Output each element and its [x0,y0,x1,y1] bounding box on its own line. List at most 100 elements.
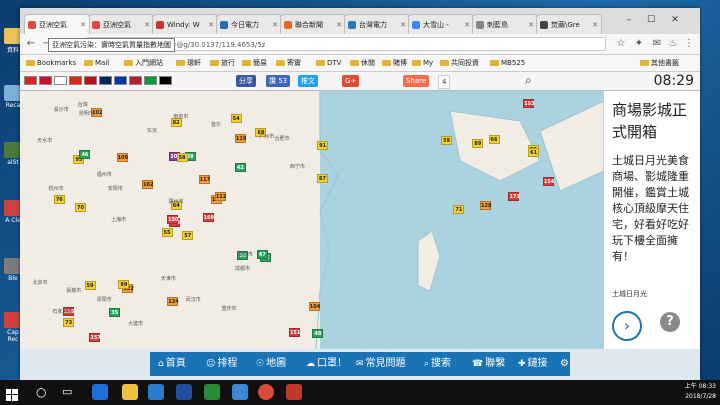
aqi-marker[interactable]: 128 [480,201,491,211]
aqi-marker[interactable]: 150 [167,214,179,224]
aqi-marker[interactable]: 171 [508,191,520,201]
aqi-map[interactable]: 5793158155114122543811916910248709155421… [20,91,604,349]
tab-close-icon[interactable]: ✕ [528,15,534,34]
language-flag-icon[interactable] [69,76,82,85]
word-icon[interactable] [176,384,192,400]
aqi-marker[interactable]: 91 [317,141,329,151]
bookmark-item[interactable]: 入門網站 [124,55,163,71]
aqi-marker[interactable]: 46 [79,149,91,159]
aqi-marker[interactable]: 55 [161,228,173,238]
aqi-marker[interactable]: 48 [312,328,324,338]
nav-item[interactable]: ⌂ 首頁 [158,352,186,376]
bookmark-item[interactable]: Mail [84,55,109,71]
bookmark-item[interactable]: DTV [316,55,341,71]
tab-close-icon[interactable]: ✕ [400,15,406,34]
aqi-marker[interactable]: 61 [528,147,540,157]
extension-icon[interactable]: ✦ [632,37,646,51]
bookmark-item[interactable]: 環軒 [176,55,201,71]
aqi-marker[interactable]: 66 [488,135,500,145]
language-flag-icon[interactable] [114,76,127,85]
nav-item[interactable]: ✚ 鏈接 [518,352,548,376]
nav-item[interactable]: ⌕ 搜索 [424,352,451,376]
gplus-button[interactable]: G+ [342,75,360,87]
aqi-marker[interactable]: 57 [182,230,194,240]
tab-close-icon[interactable]: ✕ [144,15,150,34]
bookmark-item[interactable]: My [412,55,433,71]
language-flag-icon[interactable] [159,76,172,85]
facebook-share-button[interactable]: 分享 [236,75,256,87]
aqi-marker[interactable]: 119 [234,133,246,143]
aqi-marker[interactable]: 87 [317,173,328,183]
bookmark-item[interactable]: MB525 [490,55,525,71]
browser-tab[interactable]: 亞洲空氣 ✕ [24,14,90,34]
aqi-marker[interactable]: 151 [288,328,300,338]
aqi-marker[interactable]: 109 [116,152,128,162]
aqi-marker[interactable]: 102 [141,180,153,189]
app-icon[interactable] [286,384,302,400]
settings-gear-icon[interactable]: ⚙ [560,352,569,376]
aqi-marker[interactable]: 71 [453,204,465,214]
aqi-marker[interactable]: 169 [202,212,214,222]
aqi-marker[interactable]: 153 [523,98,535,108]
tab-close-icon[interactable]: ✕ [464,15,470,34]
bookmark-item[interactable]: 共同投資 [440,55,479,71]
photos-icon[interactable] [204,384,220,400]
language-flag-icon[interactable] [144,76,157,85]
task-view-icon[interactable]: ▭ [62,385,72,398]
aqi-marker[interactable]: 89 [472,139,484,149]
tab-close-icon[interactable]: ✕ [208,15,214,34]
menu-icon[interactable]: ⋮ [682,37,696,51]
aqi-marker[interactable]: 73 [63,318,75,328]
browser-tab[interactable]: 大雪山 - ✕ [408,14,474,34]
bookmark-item[interactable]: 旅行 [210,55,235,71]
nav-item[interactable]: ✉ 常見問題 [356,352,406,376]
tab-close-icon[interactable]: ✕ [336,15,342,34]
browser-tab[interactable]: 亞洲空氣 ✕ [88,14,154,34]
aqi-marker[interactable]: 117 [198,175,210,185]
aqi-marker[interactable]: 99 [118,279,130,289]
nav-item[interactable]: ☉ 地圖 [256,352,286,376]
fire-extension-icon[interactable]: ♨ [666,37,680,51]
aqi-marker[interactable]: 35 [109,308,121,318]
edge-icon[interactable] [92,384,108,400]
aqi-marker[interactable]: 104 [308,302,320,312]
tweet-button[interactable]: 推文 [298,75,318,87]
dropbox-icon[interactable] [232,384,248,400]
tab-close-icon[interactable]: ✕ [272,15,278,34]
browser-tab[interactable]: 台灣電力 ✕ [344,14,410,34]
share-button[interactable]: Share [403,75,430,87]
tab-close-icon[interactable]: ✕ [592,15,598,34]
aqi-marker[interactable]: 70 [75,202,87,212]
aqi-marker[interactable]: 157 [89,332,101,342]
language-flag-icon[interactable] [39,76,52,85]
nav-item[interactable]: ☎ 聯繫 [472,352,505,376]
file-explorer-icon[interactable] [122,384,138,400]
bookmark-star-icon[interactable]: ☆ [614,37,628,51]
browser-tab[interactable]: Windy: W ✕ [152,14,218,34]
bookmark-item[interactable]: 其他書籤 [640,55,679,71]
help-icon[interactable]: ? [660,312,680,332]
bookmark-item[interactable]: 寄實 [276,55,301,71]
bookmark-item[interactable]: 休閒 [350,55,375,71]
like-button[interactable]: 讚 53 [266,75,291,87]
browser-tab[interactable]: 焚繭\Gre ✕ [536,14,602,34]
aqi-marker[interactable]: 58 [176,152,188,162]
back-button[interactable]: ← [24,37,38,51]
close-window-button[interactable]: ✕ [666,12,684,28]
aqi-marker[interactable]: 154 [542,177,554,187]
language-flag-icon[interactable] [84,76,97,85]
browser-tab[interactable]: 刺藍鳥 ✕ [472,14,538,34]
aqi-marker[interactable]: 76 [53,194,65,204]
minimize-button[interactable]: – [620,12,638,28]
advertisement-panel[interactable]: 商場影城正式開箱 土城日月光美食商場、影城隆重開催，鑑賞土城核心頂級摩天住宅，好… [604,91,700,349]
extension-icon-2[interactable]: ✉ [650,37,664,51]
windows-start-icon[interactable] [6,386,18,401]
bookmark-item[interactable]: 簡易 [242,55,267,71]
language-flag-icon[interactable] [99,76,112,85]
language-flag-icon[interactable] [24,76,37,85]
tab-close-icon[interactable]: ✕ [80,15,86,34]
ad-next-arrow-icon[interactable]: › [612,311,642,341]
chrome-icon[interactable] [258,384,274,400]
aqi-marker[interactable]: 59 [84,281,96,291]
search-icon[interactable]: ○ [36,385,46,399]
